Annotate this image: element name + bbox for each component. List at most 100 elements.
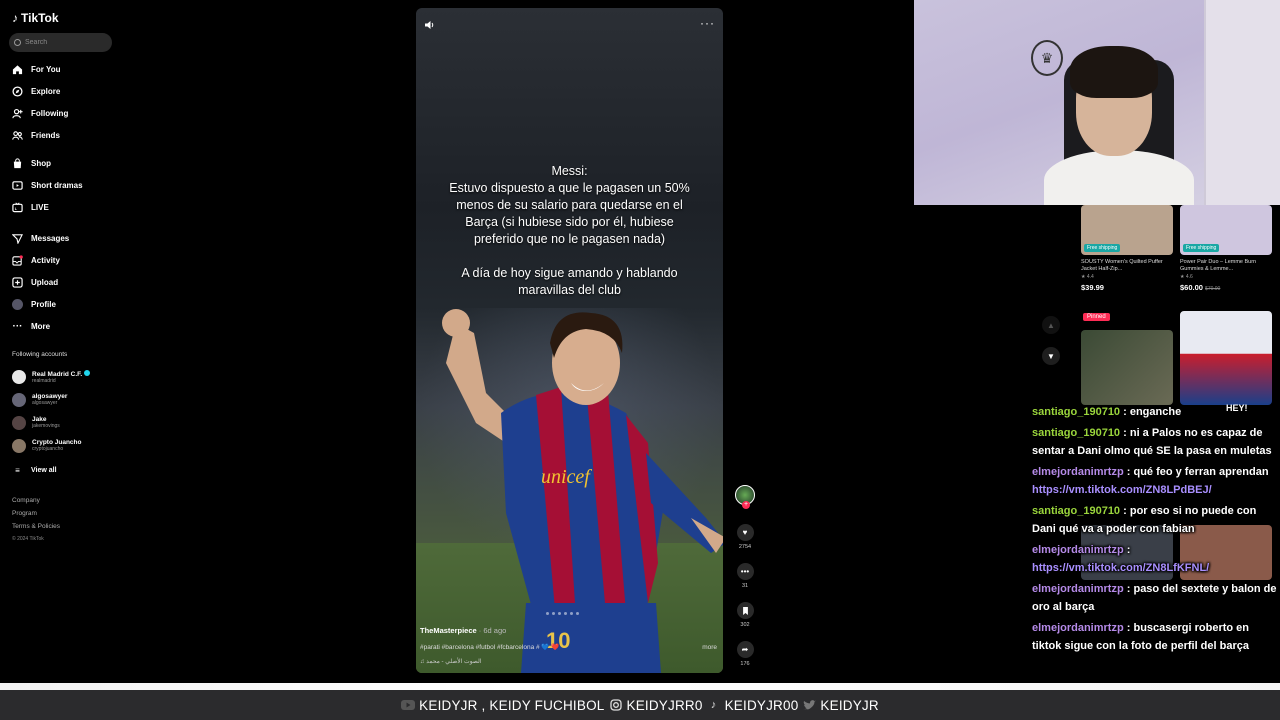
chat-username: elmejordanimrtzp	[1032, 544, 1124, 556]
chat-username: elmejordanimrtzp	[1032, 622, 1124, 634]
caption-line: Estuvo dispuesto a que le pagasen un 50%	[449, 181, 690, 195]
profile-avatar	[12, 298, 23, 310]
footer-link-company[interactable]: Company	[12, 497, 40, 504]
nav-label: More	[31, 321, 51, 331]
account-handle: cryptojuancho	[32, 445, 64, 452]
save-count: 302	[740, 622, 750, 628]
search-icon	[14, 39, 21, 46]
comment-count: 31	[741, 583, 749, 589]
list-icon: ≡	[15, 465, 20, 475]
like-button[interactable]: ♥ 2754	[734, 524, 756, 550]
home-icon	[12, 64, 23, 75]
video-music[interactable]: ♫ الصوت الأصلي - محمد	[420, 658, 482, 665]
chat-message: elmejordanimrtzp : https://vm.tiktok.com/…	[1032, 544, 1210, 574]
caption-line: maravillas del club	[518, 283, 621, 297]
user-plus-icon	[12, 108, 23, 119]
product-rating: ★ 4.4	[1081, 274, 1094, 280]
nav-live[interactable]: L LIVE	[12, 200, 49, 214]
share-button[interactable]: ➦ 176	[734, 641, 756, 667]
shop-product-card[interactable]: Free shipping Power Pair Duo – Lemme Bur…	[1180, 205, 1272, 292]
account-handle: jakemovings	[32, 422, 60, 429]
nav-activity[interactable]: Activity	[12, 253, 60, 267]
share-arrow-icon[interactable]: ➦	[736, 641, 754, 658]
video-thumbnail[interactable]	[1081, 330, 1173, 405]
nav-messages[interactable]: Messages	[12, 231, 69, 245]
nav-short-dramas[interactable]: Short dramas	[12, 178, 83, 192]
author-name: TheMasterpiece	[420, 626, 477, 635]
next-video-button[interactable]: ▼	[1042, 347, 1060, 365]
caption-more-button[interactable]: more	[702, 644, 717, 651]
comment-button[interactable]: ••• 31	[734, 563, 756, 589]
player-figure: 10 unicef	[442, 309, 723, 673]
video-player[interactable]: 10 unicef ··· Messi: Estuvo dispuesto a …	[416, 8, 723, 673]
nav-label: Explore	[31, 86, 61, 96]
friends-icon	[12, 130, 23, 141]
footer-link-program[interactable]: Program	[12, 510, 37, 517]
chat-username: elmejordanimrtzp	[1032, 466, 1124, 478]
search-input[interactable]	[25, 39, 105, 46]
save-button[interactable]: 302	[734, 602, 756, 628]
nav-label: Friends	[31, 130, 60, 140]
footer-link-terms[interactable]: Terms & Policies	[12, 523, 60, 530]
chat-message: santiago_190710 : ni a Palos no es capaz…	[1032, 427, 1272, 457]
nav-friends[interactable]: Friends	[12, 128, 60, 142]
product-image: Free shipping	[1180, 205, 1272, 255]
caption-line: Barça (si hubiese sido por él, hubiese	[465, 215, 674, 229]
creator-avatar-button[interactable]: +	[734, 485, 756, 509]
tiktok-logo[interactable]: ♪ TikTok	[12, 11, 59, 25]
ellipsis-icon: ···	[12, 320, 23, 332]
account-avatar	[12, 393, 26, 407]
shop-product-card[interactable]: Free shipping SOUSTY Women's Quilted Puf…	[1081, 205, 1173, 292]
background-door	[1204, 0, 1280, 205]
chat-link[interactable]: https://vm.tiktok.com/ZN8LfKFNL/	[1032, 562, 1209, 574]
view-all-link[interactable]: ≡ View all	[12, 463, 57, 477]
nav-shop[interactable]: Shop	[12, 156, 51, 170]
bookmark-icon[interactable]	[736, 602, 754, 619]
account-avatar	[12, 439, 26, 453]
nav-label: Profile	[31, 299, 56, 309]
verified-badge-icon	[84, 370, 91, 377]
upload-plus-icon	[12, 276, 23, 288]
nav-following[interactable]: Following	[12, 106, 68, 120]
volume-icon[interactable]	[424, 18, 436, 30]
nav-profile[interactable]: Profile	[12, 297, 56, 311]
video-thumbnail[interactable]: HEY!	[1180, 311, 1272, 413]
pinned-badge: Pinned	[1083, 313, 1110, 321]
account-avatar	[12, 370, 26, 384]
chat-message: elmejordanimrtzp : qué feo y ferran apre…	[1032, 466, 1269, 496]
previous-video-button[interactable]: ▲	[1042, 316, 1060, 334]
product-image: Free shipping	[1081, 205, 1173, 255]
caption-line: A día de hoy sigue amando y hablando	[461, 266, 678, 280]
nav-upload[interactable]: Upload	[12, 275, 58, 289]
search-bar[interactable]	[9, 33, 112, 52]
following-account-item[interactable]: algosawyer algosawyer	[12, 393, 67, 407]
youtube-icon	[401, 698, 416, 712]
follow-plus-icon[interactable]: +	[742, 501, 750, 509]
following-account-item[interactable]: Real Madrid C.F. realmadrid	[12, 370, 91, 384]
chat-message: santiago_190710 : por eso si no puede co…	[1032, 505, 1257, 535]
view-all-label: View all	[31, 466, 57, 474]
nav-label: Messages	[31, 233, 70, 243]
like-count: 2754	[738, 544, 752, 550]
nav-for-you[interactable]: For You	[12, 62, 60, 76]
chat-link[interactable]: https://vm.tiktok.com/ZN8LPdBEJ/	[1032, 484, 1212, 496]
nav-more[interactable]: ··· More	[12, 319, 51, 333]
youtube-handle: KEIDYJR , KEIDY FUCHIBOL	[419, 697, 605, 713]
stream-chat: santiago_190710 : enganche santiago_1907…	[1032, 403, 1278, 658]
heart-icon[interactable]: ♥	[736, 524, 754, 541]
nav-label: LIVE	[31, 202, 49, 212]
following-accounts-title: Following accounts	[12, 351, 68, 358]
following-account-item[interactable]: Jake jakemovings	[12, 416, 60, 430]
live-tv-icon: L	[12, 202, 23, 213]
comment-icon[interactable]: •••	[736, 563, 754, 580]
twitter-bird-icon	[802, 698, 816, 712]
caption-line: menos de su salario para quedarse en el	[456, 198, 683, 212]
video-hashtags[interactable]: #parati #barcelona #futbol #fcbarcelona …	[420, 643, 559, 651]
video-more-options-icon[interactable]: ···	[700, 16, 715, 30]
video-author[interactable]: TheMasterpiece · 6d ago	[420, 626, 506, 635]
account-avatar	[12, 416, 26, 430]
activity-inbox-icon	[12, 254, 23, 266]
chat-text: enganche	[1129, 406, 1182, 418]
following-account-item[interactable]: Crypto Juancho cryptojuancho	[12, 439, 81, 453]
nav-explore[interactable]: Explore	[12, 84, 60, 98]
